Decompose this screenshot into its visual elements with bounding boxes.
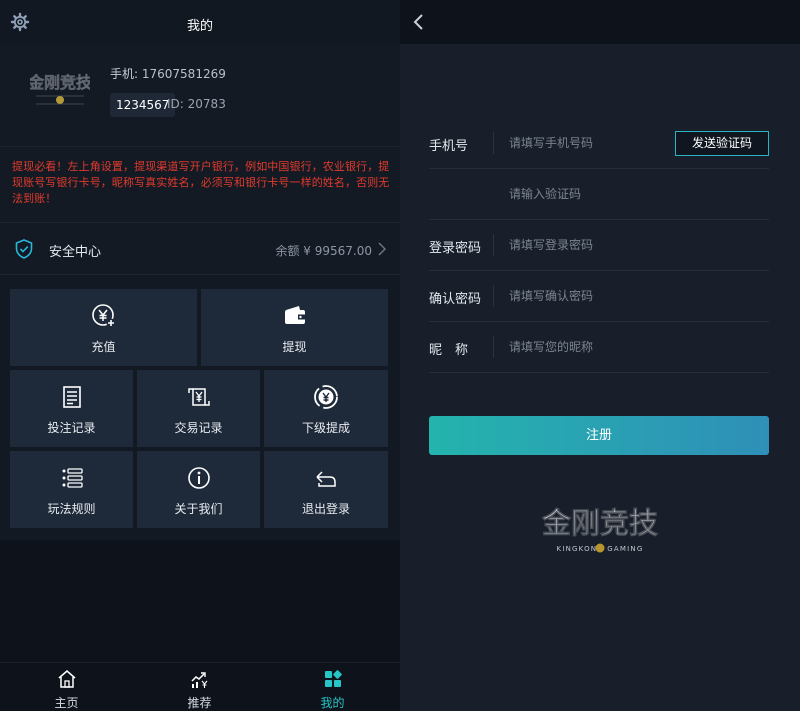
top-bar: 我的: [0, 0, 400, 44]
verification-code-row: [429, 169, 769, 220]
chevron-right-icon: [378, 242, 386, 256]
tile-label: 交易记录: [174, 421, 223, 435]
invite-code-badge: 1234567: [110, 93, 176, 117]
tab-home[interactable]: 主页: [0, 663, 133, 711]
tile-label: 下级提成: [301, 421, 350, 435]
withdraw-notice: 提现必看！左上角设置，提现渠道写开户银行，例如中国银行，农业银行，提现账号写银行…: [0, 146, 400, 222]
brand-logo: 金刚竞技: [30, 73, 90, 105]
tab-mine[interactable]: 我的: [266, 663, 399, 711]
exchange-icon: [187, 388, 210, 406]
verification-code-input[interactable]: [509, 182, 674, 206]
tab-label: 我的: [320, 696, 345, 710]
profile-screen: 我的 金刚竞技 手机: 17607581269 1234567 ID: 2078…: [0, 0, 400, 711]
confirm-password-input[interactable]: [509, 284, 674, 308]
tile-label: 退出登录: [301, 502, 350, 516]
home-icon: [58, 670, 75, 688]
recharge-icon: [91, 304, 115, 328]
password-label: 登录密码: [429, 241, 482, 256]
nickname-label: 昵 称: [429, 343, 469, 358]
list-icon: [62, 468, 83, 488]
field-divider: [493, 132, 494, 154]
top-bar: [400, 0, 800, 44]
tab-label: 推荐: [187, 696, 212, 710]
about-us-button[interactable]: 关于我们: [137, 451, 260, 528]
tab-label: 主页: [54, 696, 79, 710]
field-divider: [493, 336, 494, 358]
recharge-button[interactable]: 充值: [10, 289, 197, 366]
nickname-input[interactable]: [509, 335, 674, 359]
logout-icon: [316, 471, 336, 487]
password-row: 登录密码: [429, 220, 769, 271]
send-code-button[interactable]: 发送验证码: [675, 131, 769, 156]
tile-label: 投注记录: [47, 421, 96, 435]
brand-logo: 金刚竞技 KINGKONG GAMING: [541, 506, 659, 553]
tile-label: 充值: [91, 340, 116, 354]
menu-grid: 充值 提现 投注记录 交易记录 下级提成 玩法规则 关于我们 退出登录: [0, 274, 400, 540]
security-center-label: 安全中心: [49, 245, 102, 260]
withdraw-button[interactable]: 提现: [201, 289, 388, 366]
field-divider: [493, 234, 494, 256]
confirm-password-row: 确认密码: [429, 271, 769, 322]
register-button[interactable]: 注册: [429, 416, 769, 455]
balance-text: 余额 ¥ 99567.00: [275, 244, 372, 258]
password-input[interactable]: [509, 233, 674, 257]
grid-icon: [324, 670, 342, 687]
logout-button[interactable]: 退出登录: [264, 451, 388, 528]
commission-button[interactable]: 下级提成: [264, 370, 388, 447]
info-icon: [187, 467, 210, 489]
svg-text:金刚竞技: 金刚竞技: [30, 73, 90, 92]
shield-icon: [15, 239, 33, 259]
bet-records-button[interactable]: 投注记录: [10, 370, 133, 447]
confirm-password-label: 确认密码: [429, 292, 482, 307]
trend-icon: [190, 672, 207, 688]
phone-input[interactable]: [509, 131, 674, 155]
tile-label: 提现: [282, 340, 307, 354]
user-id: ID: 20783: [167, 97, 226, 111]
tab-recommend[interactable]: 推荐: [133, 663, 266, 711]
page-title: 我的: [186, 19, 213, 34]
nickname-row: 昵 称: [429, 322, 769, 373]
profile-card: 金刚竞技 手机: 17607581269 1234567 ID: 20783: [0, 44, 400, 146]
commission-icon: [314, 385, 338, 409]
security-center-row[interactable]: 安全中心 余额 ¥ 99567.00: [0, 222, 400, 274]
phone-label: 手机号: [429, 139, 469, 154]
phone-number: 手机: 17607581269: [110, 67, 226, 81]
document-icon: [62, 386, 81, 408]
register-screen: 手机号 发送验证码 登录密码 确认密码 昵 称 注册 金刚竞技 KINGKONG…: [400, 0, 800, 711]
tile-label: 关于我们: [174, 502, 223, 516]
bottom-tab-bar: 主页 推荐 我的: [0, 662, 400, 711]
game-rules-button[interactable]: 玩法规则: [10, 451, 133, 528]
wallet-icon: [284, 306, 305, 324]
svg-text:金刚竞技: 金刚竞技: [541, 506, 658, 540]
tile-label: 玩法规则: [47, 502, 96, 516]
field-divider: [493, 285, 494, 307]
transaction-records-button[interactable]: 交易记录: [137, 370, 260, 447]
back-arrow-icon[interactable]: [412, 12, 426, 32]
